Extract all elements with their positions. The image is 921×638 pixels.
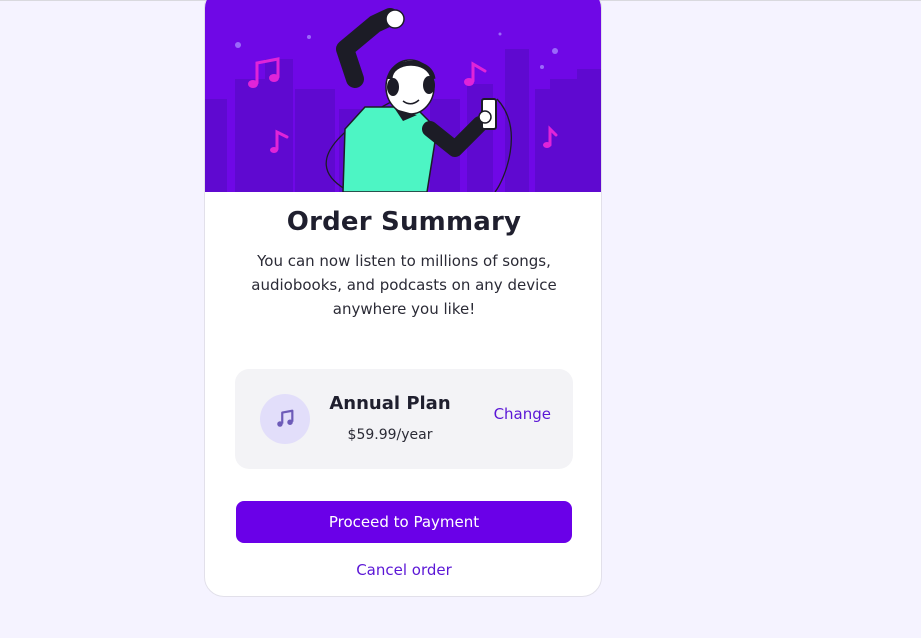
hero-illustration	[205, 0, 601, 192]
plan-price: $59.99/year	[347, 427, 433, 443]
plan-name: Annual Plan	[329, 393, 451, 414]
cancel-order-link[interactable]: Cancel order	[205, 561, 601, 579]
plan-panel: Annual Plan $59.99/year Change	[235, 369, 573, 469]
order-description: You can now listen to millions of songs,…	[251, 252, 557, 318]
order-summary-card: Order Summary You can now listen to mill…	[204, 0, 602, 597]
proceed-to-payment-button[interactable]: Proceed to Payment	[236, 501, 572, 543]
change-plan-link[interactable]: Change	[494, 405, 551, 423]
page-title: Order Summary	[286, 207, 522, 237]
music-note-icon	[260, 394, 310, 444]
